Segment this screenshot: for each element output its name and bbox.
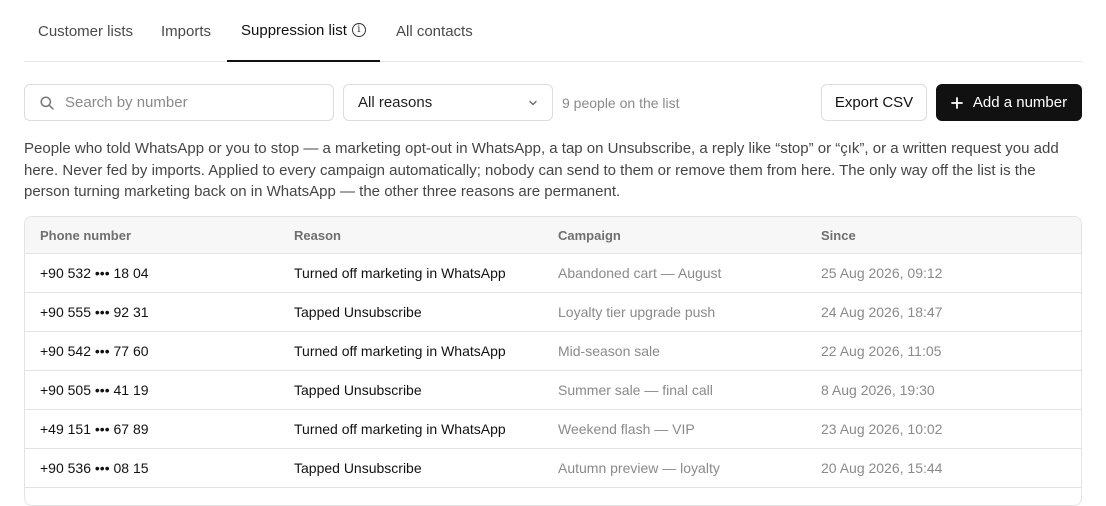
add-number-button[interactable]: Add a number (936, 84, 1082, 121)
column-header-since[interactable]: Since (821, 217, 856, 254)
column-header-reason[interactable]: Reason (294, 217, 341, 254)
since-cell: 25 Aug 2026, 09:12 (821, 265, 943, 281)
tab-label: Customer lists (38, 22, 134, 40)
phone-cell: +90 532 ••• 18 04 (40, 265, 149, 281)
add-number-label: Add a number (972, 94, 1068, 111)
phone-cell: +90 536 ••• 08 15 (40, 460, 149, 476)
table-header: Phone number Reason Campaign Since (25, 217, 1081, 254)
reason-filter-select[interactable]: All reasons (343, 84, 553, 121)
suppression-description: People who told WhatsApp or you to stop … (24, 140, 1059, 200)
export-csv-label: Export CSV (834, 94, 914, 111)
reason-cell: Turned off marketing in WhatsApp (294, 265, 506, 281)
campaign-cell: Autumn preview — loyalty (558, 460, 720, 476)
tab-bar: Customer lists Imports Suppression list … (24, 0, 1082, 62)
search-icon (40, 96, 54, 110)
table-row[interactable]: +49 151 ••• 67 89 Turned off marketing i… (25, 410, 1081, 449)
phone-cell: +90 505 ••• 41 19 (40, 382, 149, 398)
reason-cell: Turned off marketing in WhatsApp (294, 343, 506, 359)
table-row[interactable]: +90 536 ••• 08 15 Tapped Unsubscribe Aut… (25, 449, 1081, 488)
plus-icon (950, 96, 963, 109)
column-header-phone[interactable]: Phone number (40, 217, 131, 254)
tab-all-contacts[interactable]: All contacts (396, 0, 473, 62)
chevron-down-icon (529, 100, 537, 106)
table-row[interactable]: +90 555 ••• 92 31 Tapped Unsubscribe Loy… (25, 293, 1081, 332)
tab-suppression-list[interactable]: Suppression list i (227, 0, 380, 62)
search-box[interactable] (24, 84, 334, 121)
tab-label: Imports (161, 22, 212, 40)
table-row[interactable]: +90 505 ••• 41 19 Tapped Unsubscribe Sum… (25, 371, 1081, 410)
phone-cell: +49 151 ••• 67 89 (40, 421, 149, 437)
column-header-campaign[interactable]: Campaign (558, 217, 621, 254)
tab-imports[interactable]: Imports (161, 0, 211, 62)
tab-label: All contacts (396, 22, 473, 40)
since-cell: 22 Aug 2026, 11:05 (821, 343, 942, 359)
reason-cell: Tapped Unsubscribe (294, 382, 422, 398)
phone-cell: +90 555 ••• 92 31 (40, 304, 149, 320)
campaign-cell: Weekend flash — VIP (558, 421, 695, 437)
suppression-table: Phone number Reason Campaign Since +90 5… (24, 216, 1082, 506)
since-cell: 8 Aug 2026, 19:30 (821, 382, 935, 398)
campaign-cell: Mid-season sale (558, 343, 660, 359)
list-count: 9 people on the list (562, 94, 680, 111)
since-cell: 23 Aug 2026, 10:02 (821, 421, 943, 437)
suppression-list-page: Customer lists Imports Suppression list … (0, 0, 1106, 506)
table-row[interactable]: +90 532 ••• 18 04 Turned off marketing i… (25, 254, 1081, 293)
search-input[interactable] (63, 93, 327, 112)
since-cell: 20 Aug 2026, 15:44 (821, 460, 943, 476)
since-cell: 24 Aug 2026, 18:47 (821, 304, 943, 320)
campaign-cell: Loyalty tier upgrade push (558, 304, 716, 320)
phone-cell: +90 542 ••• 77 60 (40, 343, 149, 359)
tab-label: Suppression list (241, 21, 347, 39)
info-icon[interactable]: i (351, 23, 366, 37)
tab-customer-lists[interactable]: Customer lists (38, 0, 133, 62)
campaign-cell: Abandoned cart — August (558, 265, 722, 281)
campaign-cell: Summer sale — final call (558, 382, 713, 398)
reason-filter-value: All reasons (358, 94, 433, 111)
table-row[interactable]: +90 542 ••• 77 60 Turned off marketing i… (25, 332, 1081, 371)
export-csv-button[interactable]: Export CSV (821, 84, 927, 121)
reason-cell: Tapped Unsubscribe (294, 460, 422, 476)
reason-cell: Turned off marketing in WhatsApp (294, 421, 506, 437)
reason-cell: Tapped Unsubscribe (294, 304, 422, 320)
